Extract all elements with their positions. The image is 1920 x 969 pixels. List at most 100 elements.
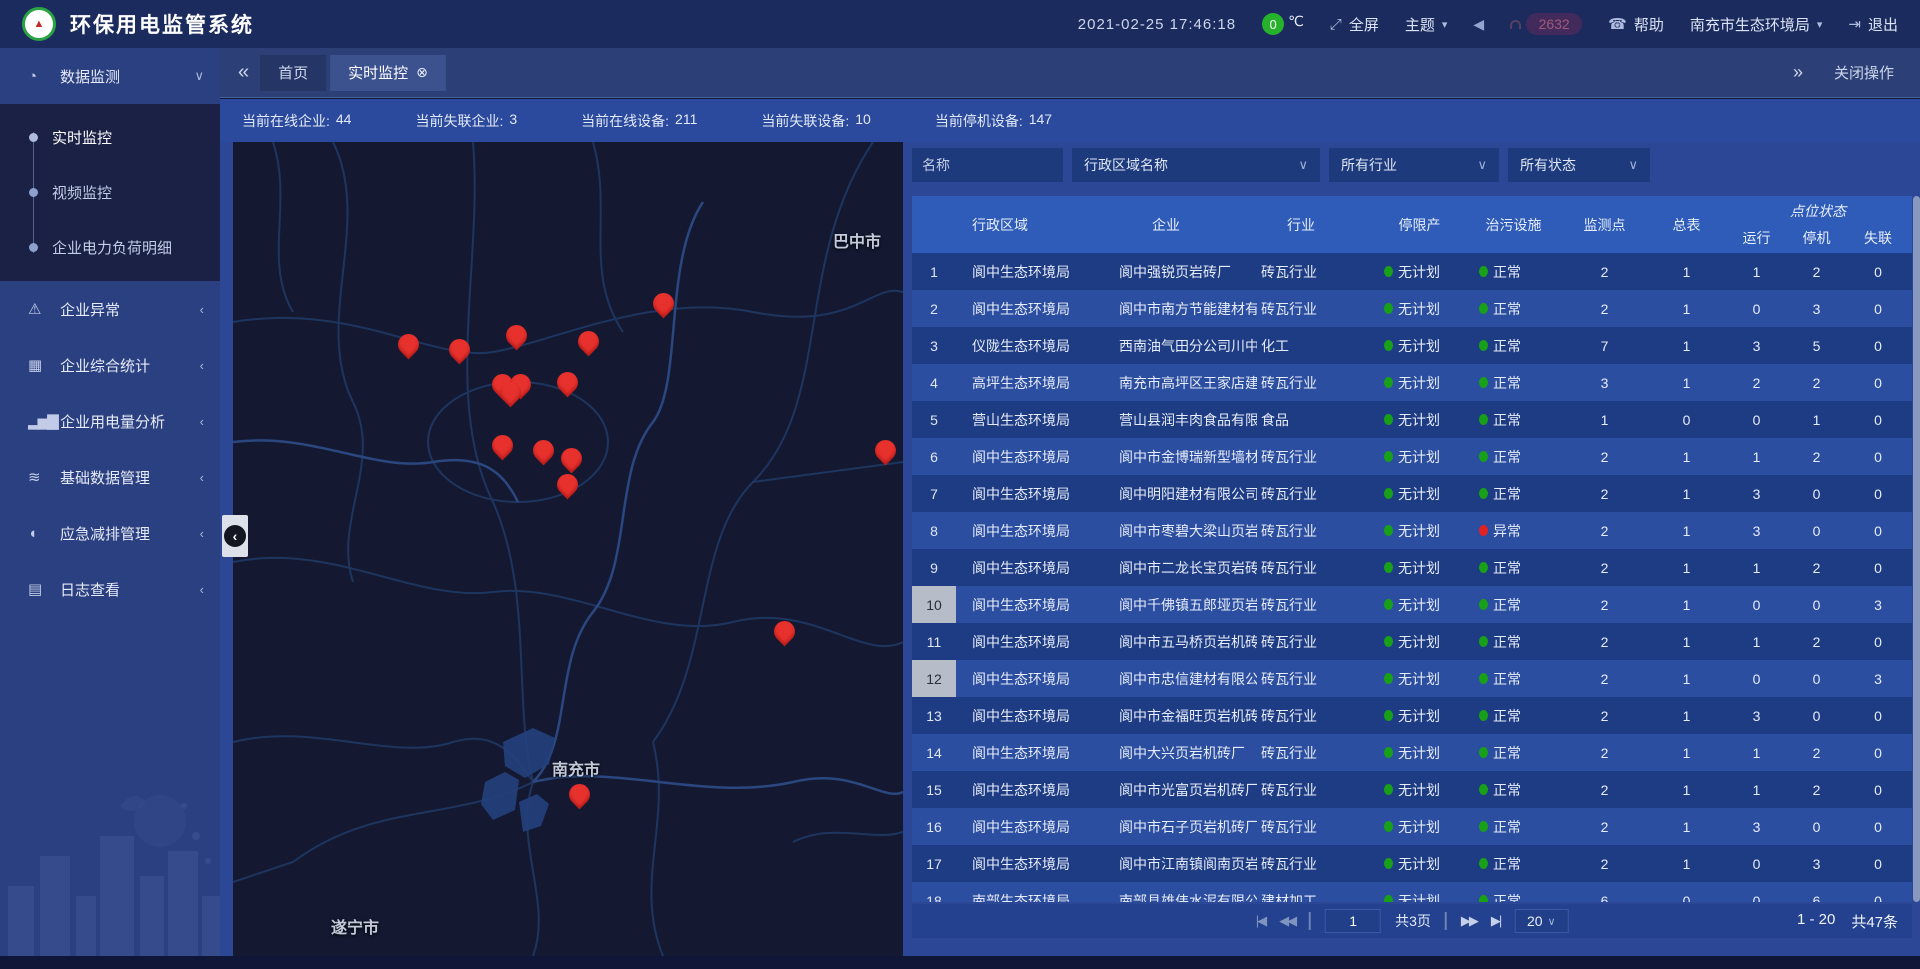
sidebar-item-实时监控[interactable]: 实时监控 [0, 110, 220, 165]
sidebar-group-企业用电量分析[interactable]: ▂▅▇企业用电量分析‹ [0, 393, 220, 449]
cell-region: 高坪生态环境局 [956, 373, 1112, 393]
map-marker-pin[interactable] [394, 330, 424, 360]
chevron-down-icon: ∨ [1477, 157, 1487, 173]
cell-stop: 0 [1789, 819, 1844, 835]
prev-page-button[interactable]: ◀◀ [1279, 913, 1295, 929]
table-row[interactable]: 9阆中生态环境局阆中市二龙长宝页岩砖砖瓦行业无计划正常21120 [912, 549, 1912, 586]
table-row[interactable]: 14阆中生态环境局阆中大兴页岩机砖厂砖瓦行业无计划正常21120 [912, 734, 1912, 771]
name-search-input[interactable] [912, 148, 1063, 182]
status-select[interactable]: 所有状态 ∨ [1508, 148, 1650, 182]
status-dot-green-icon [1479, 821, 1488, 832]
first-page-button[interactable]: |◀ [1256, 913, 1265, 929]
mute-button[interactable]: ◀ [1473, 16, 1484, 33]
cell-meter: 1 [1649, 523, 1724, 539]
next-page-button[interactable]: ▶▶ [1461, 913, 1477, 929]
tabs-scroll-left-button[interactable]: « [238, 61, 246, 84]
log-icon: ▤ [28, 580, 52, 598]
stat-value: 147 [1029, 111, 1052, 131]
status-dot-green-icon [1384, 636, 1393, 647]
map-marker-pin[interactable] [553, 470, 583, 500]
tabs-scroll-right-button[interactable]: » [1793, 62, 1800, 83]
cell-facility-label: 正常 [1493, 373, 1521, 393]
sidebar-item-企业电力负荷明细[interactable]: 企业电力负荷明细 [0, 220, 220, 275]
table-row[interactable]: 6阆中生态环境局阆中市金博瑞新型墙材砖瓦行业无计划正常21120 [912, 438, 1912, 475]
stat-label: 当前失联设备: [761, 111, 849, 131]
table-row[interactable]: 10阆中生态环境局阆中千佛镇五郎垭页岩砖瓦行业无计划正常21003 [912, 586, 1912, 623]
map-marker-pin[interactable] [488, 431, 518, 461]
logout-button[interactable]: ⇥ 退出 [1848, 14, 1898, 35]
page-size-select[interactable]: 20 ∨ [1514, 909, 1568, 933]
map-marker-pin[interactable] [553, 368, 583, 398]
cell-meter: 1 [1649, 560, 1724, 576]
sidebar-item-视频监控[interactable]: 视频监控 [0, 165, 220, 220]
cell-production-label: 无计划 [1398, 299, 1440, 319]
table-scrollbar[interactable] [1913, 196, 1920, 902]
table-row[interactable]: 11阆中生态环境局阆中市五马桥页岩机砖砖瓦行业无计划正常21120 [912, 623, 1912, 660]
tab-实时监控[interactable]: 实时监控⊗ [330, 55, 446, 91]
sidebar-group-企业异常[interactable]: ⚠企业异常‹ [0, 281, 220, 337]
map-marker-pin[interactable] [565, 780, 595, 810]
last-page-button[interactable]: ▶| [1491, 913, 1500, 929]
table-row[interactable]: 5营山生态环境局营山县润丰肉食品有限食品无计划正常10010 [912, 401, 1912, 438]
notifications-button[interactable]: 2632 [1510, 13, 1582, 35]
cell-stop: 0 [1789, 486, 1844, 502]
cell-stop: 6 [1789, 893, 1844, 903]
sidebar-group-基础数据管理[interactable]: ≋基础数据管理‹ [0, 449, 220, 505]
industry-select[interactable]: 所有行业 ∨ [1329, 148, 1499, 182]
cell-facility-label: 正常 [1493, 447, 1521, 467]
cell-region: 阆中生态环境局 [956, 558, 1112, 578]
bell-icon [1510, 20, 1521, 29]
map-marker-pin[interactable] [649, 289, 679, 319]
sidebar-group-企业综合统计[interactable]: ▦企业综合统计‹ [0, 337, 220, 393]
cell-facility: 正常 [1467, 632, 1560, 652]
cell-stop: 2 [1789, 745, 1844, 761]
page-number-input[interactable] [1325, 909, 1381, 933]
sidebar-group-日志查看[interactable]: ▤日志查看‹ [0, 561, 220, 617]
table-row[interactable]: 16阆中生态环境局阆中市石子页岩机砖厂砖瓦行业无计划正常21300 [912, 808, 1912, 845]
cell-facility: 正常 [1467, 262, 1560, 282]
cell-production: 无计划 [1372, 299, 1467, 319]
map-marker-pin[interactable] [770, 617, 800, 647]
map-marker-pin[interactable] [557, 444, 587, 474]
cell-meter: 0 [1649, 893, 1724, 903]
table-row[interactable]: 8阆中生态环境局阆中市枣碧大梁山页岩砖瓦行业无计划异常21300 [912, 512, 1912, 549]
col-run: 运行 [1724, 222, 1789, 253]
sidebar-group-应急减排管理[interactable]: ◖应急减排管理‹ [0, 505, 220, 561]
row-index: 9 [912, 549, 956, 586]
cell-production: 无计划 [1372, 854, 1467, 874]
cell-stop: 2 [1789, 449, 1844, 465]
table-row[interactable]: 4高坪生态环境局南充市高坪区王家店建砖瓦行业无计划正常31220 [912, 364, 1912, 401]
theme-menu[interactable]: 主题 ▾ [1405, 14, 1448, 35]
sidebar-group-数据监测[interactable]: ◔数据监测∨ [0, 48, 220, 104]
cell-region: 阆中生态环境局 [956, 521, 1112, 541]
map-marker-pin[interactable] [871, 436, 901, 466]
table-row[interactable]: 18南部生态环境局南部县雄伟水泥有限公建材加工无计划正常60060 [912, 882, 1912, 902]
tab-首页[interactable]: 首页 [260, 55, 326, 91]
table-row[interactable]: 7阆中生态环境局阆中明阳建材有限公司砖瓦行业无计划正常21300 [912, 475, 1912, 512]
table-row[interactable]: 3仪陇生态环境局西南油气田分公司川中化工无计划正常71350 [912, 327, 1912, 364]
table-row[interactable]: 17阆中生态环境局阆中市江南镇阆南页岩砖瓦行业无计划正常21030 [912, 845, 1912, 882]
table-row[interactable]: 12阆中生态环境局阆中市忠信建材有限公砖瓦行业无计划正常21003 [912, 660, 1912, 697]
map-marker-pin[interactable] [529, 436, 559, 466]
map-marker-pin[interactable] [574, 327, 604, 357]
table-row[interactable]: 13阆中生态环境局阆中市金福旺页岩机砖砖瓦行业无计划正常21300 [912, 697, 1912, 734]
map-marker-pin[interactable] [502, 321, 532, 351]
fullscreen-button[interactable]: ⤢ 全屏 [1330, 14, 1379, 35]
org-menu[interactable]: 南充市生态环境局 ▾ [1690, 14, 1823, 35]
status-dot-green-icon [1384, 895, 1393, 902]
map-marker-pin[interactable] [445, 335, 475, 365]
tab-label: 首页 [278, 62, 308, 83]
close-operations-button[interactable]: 关闭操作 [1834, 62, 1894, 83]
help-button[interactable]: ☎ 帮助 [1608, 14, 1664, 35]
cell-industry: 砖瓦行业 [1257, 854, 1372, 874]
table-row[interactable]: 15阆中生态环境局阆中市光富页岩机砖厂砖瓦行业无计划正常21120 [912, 771, 1912, 808]
phone-icon: ☎ [1608, 15, 1627, 33]
table-row[interactable]: 1阆中生态环境局阆中强锐页岩砖厂砖瓦行业无计划正常21120 [912, 253, 1912, 290]
map-panel[interactable]: 巴中市南充市遂宁市 [233, 142, 903, 956]
tab-close-icon[interactable]: ⊗ [416, 64, 428, 81]
sidebar-collapse-button[interactable]: ‹ [222, 515, 248, 557]
status-dot-green-icon [1384, 784, 1393, 795]
cell-production-label: 无计划 [1398, 410, 1440, 430]
region-select[interactable]: 行政区域名称 ∨ [1072, 148, 1320, 182]
table-row[interactable]: 2阆中生态环境局阆中市南方节能建材有砖瓦行业无计划正常21030 [912, 290, 1912, 327]
